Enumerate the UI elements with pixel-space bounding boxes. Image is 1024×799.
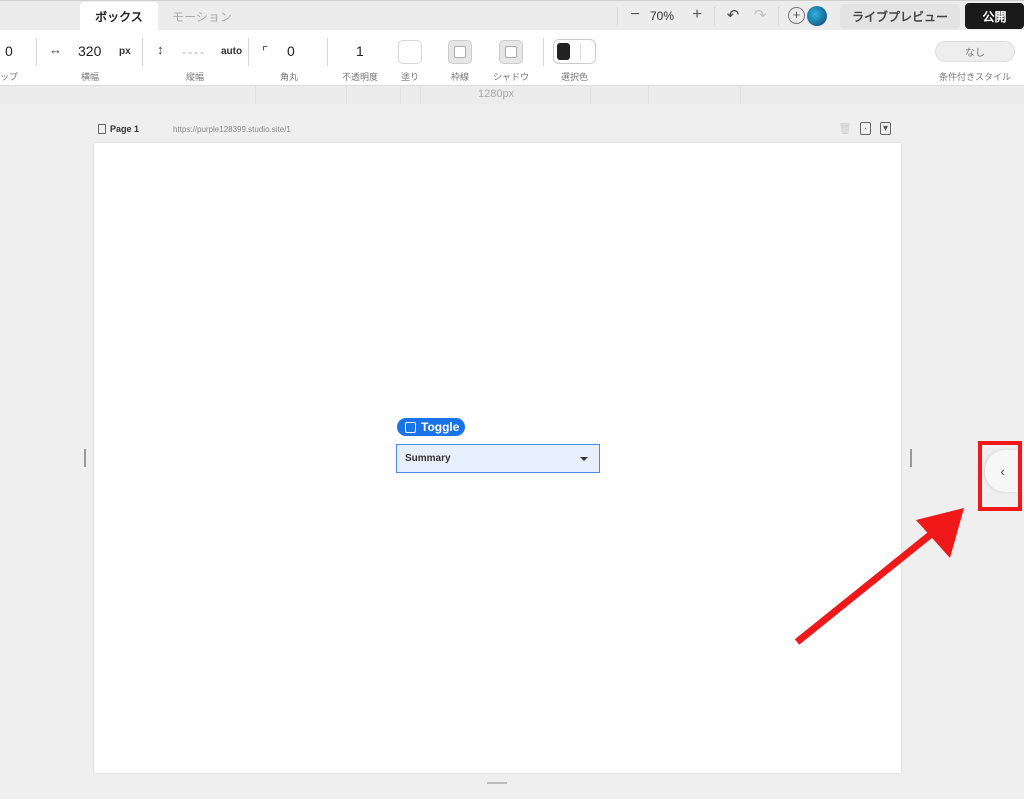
border-swatch[interactable] — [448, 40, 472, 64]
ruler-tick — [648, 86, 649, 104]
opacity-label: 不透明度 — [342, 72, 379, 82]
height-unit[interactable]: auto — [221, 46, 242, 57]
gap-label: ップ — [0, 72, 19, 82]
live-preview-button[interactable]: ライブプレビュー — [840, 4, 960, 29]
fill-label: 塗り — [401, 72, 420, 82]
trash-icon[interactable]: 🗑 — [838, 122, 852, 135]
add-member-icon[interactable]: + — [788, 7, 805, 24]
divider — [543, 38, 544, 66]
resize-handle-left[interactable] — [84, 449, 86, 467]
ruler-tick — [590, 86, 591, 104]
publish-button[interactable]: 公開 — [965, 3, 1024, 29]
summary-text: Summary — [405, 453, 451, 464]
resize-handle-right[interactable] — [910, 449, 912, 467]
ruler-tick — [346, 86, 347, 104]
gap-value[interactable]: 0 — [5, 43, 13, 59]
width-unit[interactable]: px — [119, 46, 131, 57]
border-label: 枠線 — [451, 72, 470, 82]
radius-label: 角丸 — [280, 72, 299, 82]
zoom-level[interactable]: 70% — [650, 9, 674, 23]
shadow-swatch[interactable] — [499, 40, 523, 64]
divider — [778, 7, 779, 25]
divider — [617, 7, 618, 25]
ruler-width-label: 1280px — [478, 88, 515, 100]
divider — [327, 38, 328, 66]
conditional-style-label: 条件付きスタイル — [939, 72, 1012, 82]
property-bar: 0 ップ ↔ 320 px 横幅 ↕ ---- auto 縦幅 ⌜ 0 角丸 1… — [0, 30, 1024, 86]
page-icon — [98, 124, 106, 134]
width-value[interactable]: 320 — [78, 43, 101, 59]
highlight-box — [978, 441, 1022, 511]
arrow-shaft — [794, 532, 933, 645]
shadow-label: シャドウ — [493, 72, 530, 82]
ruler-tick — [400, 86, 401, 104]
caret-down-icon — [580, 457, 588, 461]
arrow-head — [916, 508, 964, 558]
ruler-tick — [420, 86, 421, 104]
radius-value[interactable]: 0 — [287, 43, 295, 59]
annotation-arrow-icon — [794, 508, 964, 645]
radius-icon: ⌜ — [262, 44, 269, 59]
fill-swatch[interactable] — [398, 40, 422, 64]
ruler-tick — [255, 86, 256, 104]
tab-box[interactable]: ボックス — [80, 2, 158, 31]
height-value[interactable]: ---- — [182, 45, 206, 59]
height-label: 縦幅 — [186, 72, 205, 82]
avatar[interactable] — [807, 6, 827, 26]
checkbox-icon — [405, 421, 416, 433]
selection-color-label: 選択色 — [561, 72, 589, 82]
divider — [714, 7, 715, 25]
undo-icon[interactable]: ↶ — [723, 6, 743, 26]
divider — [142, 38, 143, 66]
redo-icon[interactable]: ↷ — [750, 6, 770, 26]
zoom-in-button[interactable]: + — [688, 6, 706, 26]
selection-color-swatch[interactable] — [553, 39, 596, 64]
conditional-style-button[interactable]: なし — [935, 41, 1015, 62]
top-bar: ボックス モーション − 70% + ↶ ↷ + ライブプレビュー 公開 — [0, 0, 1024, 31]
page-settings-icon[interactable]: ▾ — [880, 122, 891, 135]
page-url[interactable]: https://purple128399.studio.site/1 — [173, 125, 291, 134]
tab-motion[interactable]: モーション — [160, 2, 244, 31]
ruler-tick — [740, 86, 741, 104]
toggle-element-label[interactable]: Toggle — [397, 418, 465, 436]
opacity-value[interactable]: 1 — [356, 43, 364, 59]
width-icon: ↔ — [49, 42, 62, 57]
summary-element[interactable]: Summary — [396, 444, 600, 473]
zoom-out-button[interactable]: − — [626, 6, 644, 26]
resize-handle-bottom[interactable] — [487, 782, 507, 784]
page-name[interactable]: Page 1 — [110, 124, 139, 134]
divider — [248, 38, 249, 66]
divider — [36, 38, 37, 66]
duplicate-page-icon[interactable]: · — [860, 122, 871, 135]
width-label: 横幅 — [81, 72, 100, 82]
height-icon: ↕ — [157, 42, 164, 57]
toggle-label-text: Toggle — [421, 420, 460, 434]
